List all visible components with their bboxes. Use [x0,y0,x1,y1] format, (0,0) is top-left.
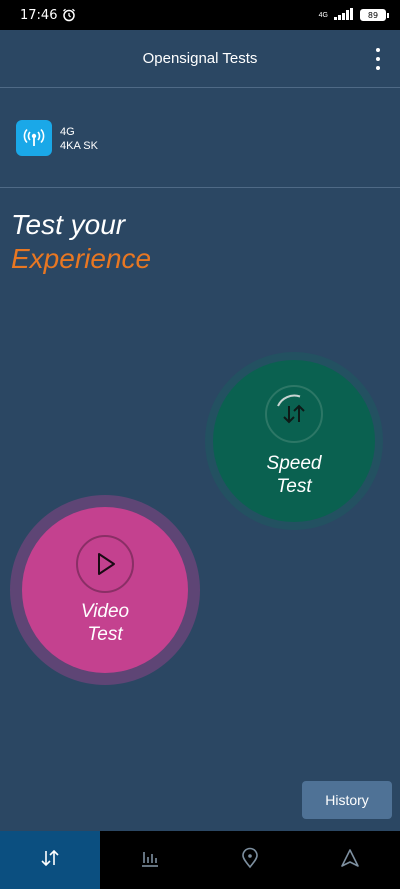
stats-chart-icon [139,847,161,874]
status-bar: 17:46 4G 89 [0,0,400,30]
speed-test-button[interactable]: Speed Test [213,360,375,522]
network-info: 4G 4KA SK [0,88,400,188]
nav-navigate[interactable] [300,831,400,889]
network-operator: 4KA SK [60,140,98,152]
status-indicators: 4G 89 [318,7,389,23]
navigation-arrow-icon [339,847,361,874]
network-type-label: 4G [318,11,328,19]
video-test-label-line2: Test [87,624,123,645]
speed-test-label-line1: Speed [266,453,322,474]
bottom-nav [0,831,400,889]
status-time: 17:46 [20,7,58,23]
network-details: 4G 4KA SK [60,125,98,153]
play-icon [75,534,135,594]
nav-tests[interactable] [0,831,100,889]
nav-map[interactable] [200,831,300,889]
video-test-button[interactable]: Video Test [22,507,188,673]
history-button[interactable]: History [302,781,392,819]
page-title: Opensignal Tests [142,50,258,67]
overflow-menu-icon[interactable] [370,48,386,70]
video-test-label-line1: Video [80,601,130,622]
headline-line1: Test your [11,209,126,240]
speed-test-label: Speed Test [213,452,375,498]
speed-test-label-line2: Test [276,476,312,497]
nav-stats[interactable] [100,831,200,889]
tests-arrows-icon [39,847,61,874]
battery-icon: 89 [360,9,389,21]
headline: Test your Experience [11,208,151,276]
headline-line2: Experience [11,243,152,274]
speed-arrows-icon [264,384,324,444]
antenna-icon [16,120,52,156]
network-technology: 4G [60,126,75,138]
battery-level: 89 [367,10,379,20]
map-pin-icon [239,847,261,874]
alarm-icon [62,8,76,22]
signal-strength-icon [334,7,354,23]
app-bar: Opensignal Tests [0,30,400,88]
video-test-label: Video Test [22,600,188,646]
